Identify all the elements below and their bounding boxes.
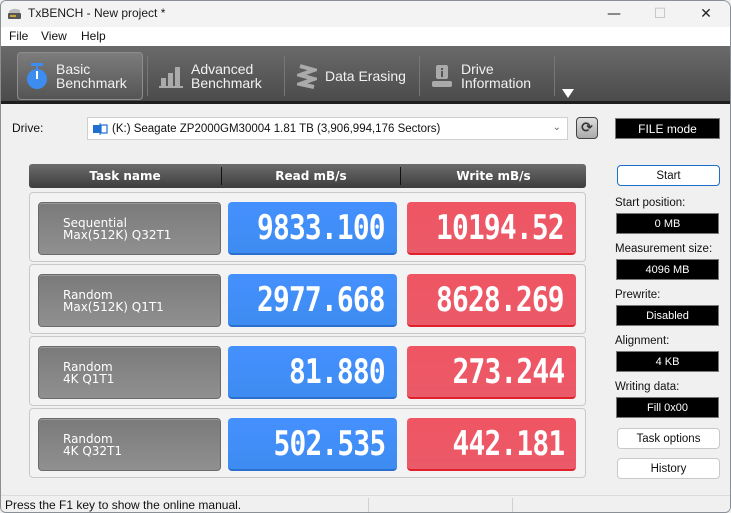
- drive-label: Drive:: [12, 121, 44, 135]
- write-value-text: 10194.52: [436, 207, 565, 248]
- stopwatch-icon: [27, 63, 47, 89]
- header-read: Read mB/s: [275, 169, 347, 183]
- alignment-field[interactable]: 4 KB: [616, 351, 719, 372]
- window-title: TxBENCH - New project *: [28, 6, 166, 20]
- status-bar: Press the F1 key to show the online manu…: [1, 495, 730, 512]
- task-name-line1: Sequential: [63, 215, 127, 230]
- status-text: Press the F1 key to show the online manu…: [5, 498, 242, 512]
- status-divider: [512, 498, 513, 512]
- read-value: 81.880: [228, 346, 397, 399]
- refresh-icon: ⟳: [581, 120, 593, 136]
- app-icon: [8, 8, 21, 19]
- tab-basic-line2: Benchmark: [56, 75, 127, 91]
- mode-indicator: FILE mode: [615, 118, 720, 139]
- start-position-label: Start position:: [615, 197, 686, 209]
- tab-erasing-line1: Data Erasing: [325, 68, 406, 84]
- minimize-button[interactable]: —: [591, 1, 637, 27]
- prewrite-label: Prewrite:: [615, 289, 661, 301]
- result-row: Random 4K Q1T1 81.880 273.244: [29, 336, 586, 406]
- tab-drive-information[interactable]: Drive Information: [425, 52, 555, 100]
- task-button[interactable]: Random 4K Q1T1: [38, 346, 221, 399]
- result-row: Sequential Max(512K) Q32T1 9833.100 10194…: [29, 192, 586, 262]
- status-divider: [368, 498, 369, 512]
- write-value-text: 8628.269: [436, 279, 565, 320]
- tab-advanced-line1: Advanced: [191, 61, 254, 77]
- tab-advanced-line2: Benchmark: [191, 75, 262, 91]
- drive-selected-value: (K:) Seagate ZP2000GM30004 1.81 TB (3,90…: [112, 122, 441, 135]
- measurement-size-label: Measurement size:: [615, 243, 713, 255]
- task-name-line1: Random: [63, 359, 113, 374]
- read-value-text: 2977.668: [257, 279, 386, 320]
- tab-drive-line2: Information: [461, 75, 532, 91]
- task-button[interactable]: Random Max(512K) Q1T1: [38, 274, 221, 327]
- start-position-field[interactable]: 0 MB: [616, 213, 719, 234]
- eraser-spring-icon: [297, 64, 317, 89]
- write-value-text: 442.181: [452, 423, 565, 464]
- task-name-line1: Random: [63, 287, 113, 302]
- chevron-down-icon: ⌄: [552, 122, 561, 133]
- read-value-text: 81.880: [289, 351, 386, 392]
- task-name-line2: Max(512K) Q32T1: [63, 227, 172, 242]
- title-bar: TxBENCH - New project * — ☐ ✕: [1, 1, 730, 27]
- tab-advanced-benchmark[interactable]: Advanced Benchmark: [153, 52, 279, 100]
- write-value: 10194.52: [407, 202, 576, 255]
- close-icon: ✕: [700, 6, 712, 22]
- writing-data-field[interactable]: Fill 0x00: [616, 397, 719, 418]
- drive-info-icon: [432, 65, 452, 87]
- menu-file[interactable]: File: [9, 29, 28, 43]
- history-button[interactable]: History: [617, 458, 720, 479]
- task-name-line1: Random: [63, 431, 113, 446]
- maximize-button[interactable]: ☐: [637, 1, 683, 27]
- drive-icon: [93, 122, 108, 135]
- tab-data-erasing[interactable]: Data Erasing: [291, 52, 421, 100]
- task-button[interactable]: Sequential Max(512K) Q32T1: [38, 202, 221, 255]
- task-name-line2: 4K Q1T1: [63, 371, 115, 386]
- read-value: 502.535: [228, 418, 397, 471]
- header-write: Write mB/s: [456, 169, 531, 183]
- start-button[interactable]: Start: [617, 165, 720, 186]
- drive-select[interactable]: (K:) Seagate ZP2000GM30004 1.81 TB (3,90…: [87, 117, 568, 140]
- result-row: Random 4K Q32T1 502.535 442.181: [29, 408, 586, 478]
- toolbar-divider: [419, 56, 420, 96]
- read-value-text: 502.535: [273, 423, 386, 464]
- tab-basic-benchmark[interactable]: Basic Benchmark: [17, 52, 143, 100]
- task-options-button[interactable]: Task options: [617, 428, 720, 449]
- write-value-text: 273.244: [452, 351, 565, 392]
- main-toolbar: Basic Benchmark Advanced Benchmark Data Er…: [1, 46, 730, 104]
- maximize-icon: ☐: [653, 6, 667, 22]
- tab-basic-line1: Basic: [56, 61, 91, 77]
- close-button[interactable]: ✕: [683, 1, 729, 27]
- toolbar-divider: [284, 56, 285, 96]
- task-name-line2: 4K Q32T1: [63, 443, 122, 458]
- toolbar-divider: [554, 56, 555, 96]
- read-value: 9833.100: [228, 202, 397, 255]
- task-button[interactable]: Random 4K Q32T1: [38, 418, 221, 471]
- menu-help[interactable]: Help: [81, 29, 106, 43]
- refresh-button[interactable]: ⟳: [576, 117, 598, 139]
- tab-drive-line1: Drive: [461, 61, 494, 77]
- result-row: Random Max(512K) Q1T1 2977.668 8628.269: [29, 264, 586, 334]
- menu-bar: File View Help: [1, 27, 730, 46]
- bar-chart-icon: [159, 67, 183, 88]
- write-value: 442.181: [407, 418, 576, 471]
- measurement-size-field[interactable]: 4096 MB: [616, 259, 719, 280]
- read-value-text: 9833.100: [257, 207, 386, 248]
- alignment-label: Alignment:: [615, 335, 670, 347]
- header-task-name: Task name: [89, 169, 161, 183]
- write-value: 8628.269: [407, 274, 576, 327]
- toolbar-divider: [147, 56, 148, 96]
- menu-view[interactable]: View: [41, 29, 67, 43]
- minimize-icon: —: [607, 6, 621, 22]
- triangle-down-icon[interactable]: [562, 89, 574, 98]
- writing-data-label: Writing data:: [615, 381, 680, 393]
- prewrite-field[interactable]: Disabled: [616, 305, 719, 326]
- app-window: TxBENCH - New project * — ☐ ✕ File View …: [0, 0, 731, 513]
- task-name-line2: Max(512K) Q1T1: [63, 299, 164, 314]
- results-header: Task name Read mB/s Write mB/s: [29, 164, 586, 188]
- write-value: 273.244: [407, 346, 576, 399]
- read-value: 2977.668: [228, 274, 397, 327]
